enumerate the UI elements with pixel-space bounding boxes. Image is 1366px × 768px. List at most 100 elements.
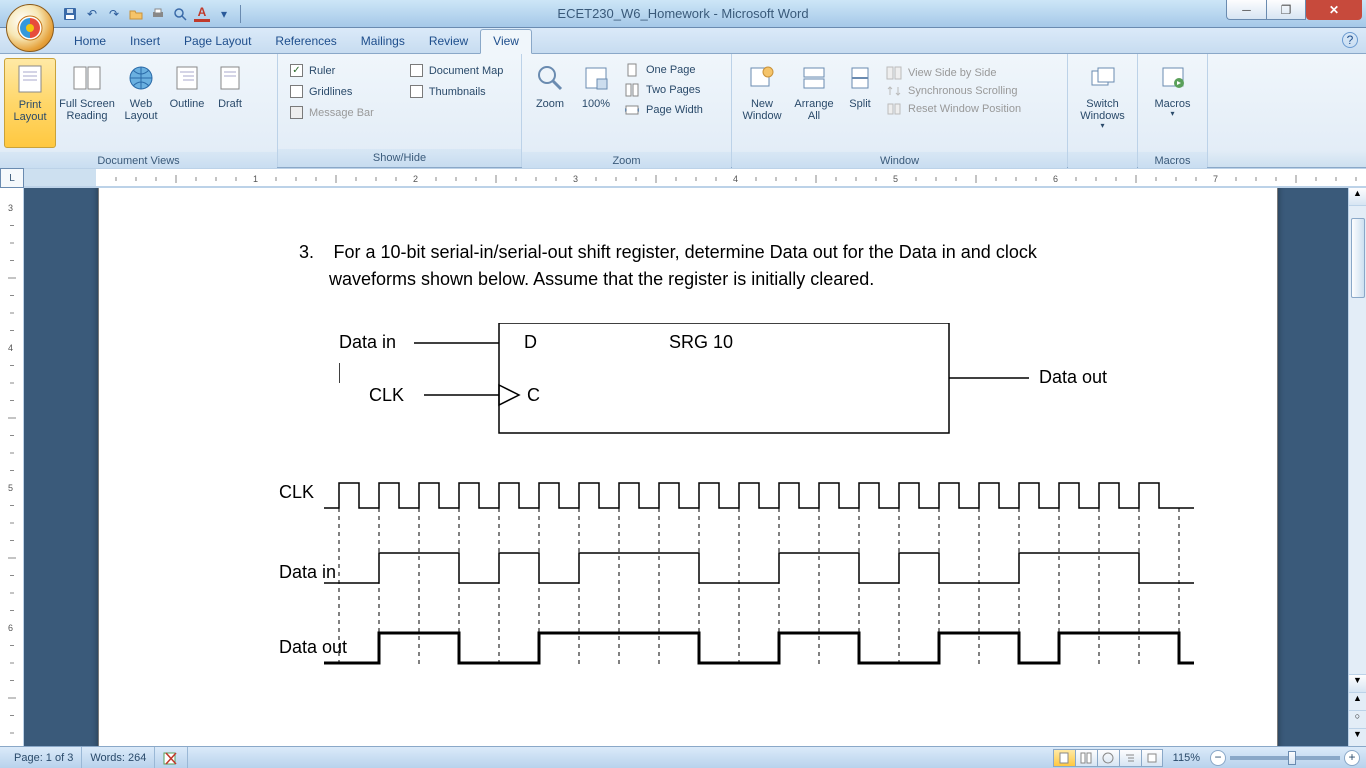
question-text: 3. For a 10-bit serial-in/serial-out shi… [299, 239, 1197, 293]
print-layout-icon [14, 63, 46, 95]
ruler-checkbox[interactable]: ✓Ruler [290, 64, 374, 77]
ribbon-tabs: Home Insert Page Layout References Maili… [0, 28, 1366, 54]
view-fullscreen-icon[interactable] [1075, 749, 1097, 767]
svg-text:6: 6 [8, 623, 13, 633]
reset-position-button: Reset Window Position [886, 102, 1021, 116]
group-showhide-label: Show/Hide [278, 149, 521, 167]
status-page[interactable]: Page: 1 of 3 [6, 747, 82, 768]
message-bar-checkbox: Message Bar [290, 106, 374, 119]
zoom-level[interactable]: 115% [1173, 752, 1200, 764]
view-outline-icon[interactable] [1119, 749, 1141, 767]
select-browse-object-button[interactable]: ○ [1349, 710, 1366, 728]
ruler-corner[interactable]: L [0, 168, 24, 188]
gridlines-checkbox[interactable]: Gridlines [290, 85, 374, 98]
font-color-icon[interactable]: A [194, 6, 210, 22]
svg-text:4: 4 [733, 174, 738, 184]
status-words[interactable]: Words: 264 [82, 747, 155, 768]
close-button[interactable]: ✕ [1306, 0, 1362, 20]
switch-windows-icon [1087, 62, 1119, 94]
arrange-all-icon [798, 62, 830, 94]
zoom-in-button[interactable]: + [1344, 750, 1360, 766]
svg-text:CLK: CLK [279, 482, 314, 502]
zoom-slider[interactable]: − + [1210, 750, 1360, 766]
ruler-row: L 1234567 [0, 168, 1366, 188]
view-web-icon[interactable] [1097, 749, 1119, 767]
vertical-scrollbar[interactable]: ▲ ▼ ▲ ○ ▼ [1348, 188, 1366, 746]
tab-view[interactable]: View [480, 29, 532, 54]
minimize-button[interactable]: ─ [1226, 0, 1266, 20]
one-page-button[interactable]: One Page [624, 62, 703, 78]
scroll-thumb[interactable] [1351, 218, 1365, 298]
zoom-100-button[interactable]: 100% [574, 58, 618, 148]
draft-button[interactable]: Draft [210, 58, 250, 148]
tab-insert[interactable]: Insert [118, 30, 172, 53]
waveforms-diagram: CLK Data in Data out [279, 473, 1197, 693]
title-bar: ↶ ↷ A ▾ ECET230_W6_Homework - Microsoft … [0, 0, 1366, 28]
next-page-button[interactable]: ▼ [1349, 728, 1366, 746]
tab-review[interactable]: Review [417, 30, 480, 53]
redo-icon[interactable]: ↷ [106, 6, 122, 22]
status-bar: Page: 1 of 3 Words: 264 115% − + [0, 746, 1366, 768]
svg-text:Data in: Data in [339, 332, 396, 352]
svg-text:5: 5 [8, 483, 13, 493]
page-width-button[interactable]: Page Width [624, 102, 703, 118]
tab-mailings[interactable]: Mailings [349, 30, 417, 53]
document-map-checkbox[interactable]: Document Map [410, 64, 504, 77]
fullscreen-reading-button[interactable]: Full Screen Reading [56, 58, 118, 148]
two-pages-button[interactable]: Two Pages [624, 82, 703, 98]
save-icon[interactable] [62, 6, 78, 22]
tab-home[interactable]: Home [62, 30, 118, 53]
vertical-ruler[interactable]: 3456 [0, 188, 24, 746]
svg-text:6: 6 [1053, 174, 1058, 184]
new-window-button[interactable]: New Window [736, 58, 788, 148]
macros-button[interactable]: Macros▾ [1142, 58, 1203, 148]
qat-dropdown-icon[interactable]: ▾ [216, 6, 232, 22]
split-icon [844, 62, 876, 94]
arrange-all-button[interactable]: Arrange All [788, 58, 840, 148]
svg-text:SRG 10: SRG 10 [669, 332, 733, 352]
fullscreen-icon [71, 62, 103, 94]
web-layout-button[interactable]: Web Layout [118, 58, 164, 148]
ribbon: Print Layout Full Screen Reading Web Lay… [0, 54, 1366, 168]
tab-references[interactable]: References [263, 30, 348, 53]
svg-text:3: 3 [573, 174, 578, 184]
scroll-up-button[interactable]: ▲ [1349, 188, 1366, 206]
svg-text:Data in: Data in [279, 562, 336, 582]
zoom-button[interactable]: Zoom [526, 58, 574, 148]
quick-print-icon[interactable] [150, 6, 166, 22]
window-controls: ─ ❐ ✕ [1226, 0, 1366, 20]
document-page[interactable]: 3. For a 10-bit serial-in/serial-out shi… [98, 188, 1278, 746]
macros-icon [1157, 62, 1189, 94]
zoom-out-button[interactable]: − [1210, 750, 1226, 766]
shift-register-diagram: Data in CLK D C SRG 10 Data out [339, 323, 1197, 453]
zoom-slider-track[interactable] [1230, 756, 1340, 760]
scroll-down-button[interactable]: ▼ [1349, 674, 1366, 692]
svg-text:5: 5 [893, 174, 898, 184]
side-by-side-button: View Side by Side [886, 66, 1021, 80]
switch-windows-button[interactable]: Switch Windows▾ [1072, 58, 1133, 148]
print-layout-button[interactable]: Print Layout [4, 58, 56, 148]
zoom-slider-thumb[interactable] [1288, 751, 1296, 765]
outline-button[interactable]: Outline [164, 58, 210, 148]
help-icon[interactable]: ? [1342, 32, 1358, 48]
document-area: 3456 3. For a 10-bit serial-in/serial-ou… [0, 188, 1366, 746]
maximize-button[interactable]: ❐ [1266, 0, 1306, 20]
view-print-layout-icon[interactable] [1053, 749, 1075, 767]
office-button[interactable] [0, 0, 54, 52]
svg-text:Data out: Data out [279, 637, 347, 657]
sync-scroll-button: Synchronous Scrolling [886, 84, 1021, 98]
horizontal-ruler[interactable]: 1234567 [24, 168, 1366, 187]
view-draft-icon[interactable] [1141, 749, 1163, 767]
prev-page-button[interactable]: ▲ [1349, 692, 1366, 710]
zoom-icon [534, 62, 566, 94]
quick-access-toolbar: ↶ ↷ A ▾ [62, 5, 243, 23]
preview-icon[interactable] [172, 6, 188, 22]
tab-page-layout[interactable]: Page Layout [172, 30, 263, 53]
split-button[interactable]: Split [840, 58, 880, 148]
thumbnails-checkbox[interactable]: Thumbnails [410, 85, 504, 98]
undo-icon[interactable]: ↶ [84, 6, 100, 22]
svg-text:2: 2 [413, 174, 418, 184]
new-window-icon [746, 62, 778, 94]
open-icon[interactable] [128, 6, 144, 22]
status-proofing[interactable] [155, 747, 188, 768]
